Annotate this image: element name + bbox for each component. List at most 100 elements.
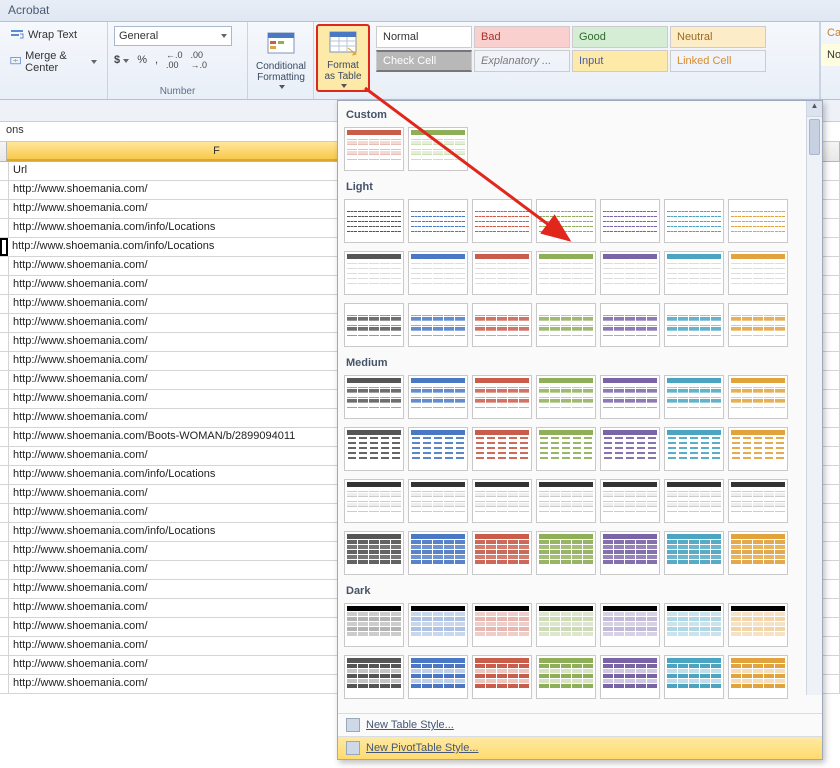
table-style-thumb[interactable]	[408, 199, 468, 243]
merge-icon	[10, 55, 21, 69]
table-style-thumb[interactable]	[344, 427, 404, 471]
table-style-thumb[interactable]	[536, 375, 596, 419]
popup-scrollbar[interactable]: ▲	[806, 101, 822, 695]
percent-button[interactable]: %	[137, 54, 147, 66]
table-style-thumb[interactable]	[408, 531, 468, 575]
number-group-label: Number	[114, 84, 241, 97]
table-style-thumb[interactable]	[472, 375, 532, 419]
comma-button[interactable]: ,	[155, 54, 158, 66]
formula-bar-value: ons	[6, 124, 24, 136]
table-style-thumb[interactable]	[472, 531, 532, 575]
table-style-thumb[interactable]	[600, 251, 660, 295]
table-style-thumb[interactable]	[536, 427, 596, 471]
scroll-up-button[interactable]: ▲	[807, 101, 822, 117]
table-style-thumb[interactable]	[728, 375, 788, 419]
table-style-thumb[interactable]	[472, 251, 532, 295]
format-as-table-button[interactable]: Format as Table	[316, 24, 370, 92]
table-style-thumb[interactable]	[600, 303, 660, 347]
style-note[interactable]: Not	[821, 44, 840, 66]
increase-decimal-button[interactable]: ←.0.00	[166, 50, 183, 70]
table-style-thumb[interactable]	[664, 199, 724, 243]
table-style-thumb[interactable]	[536, 251, 596, 295]
table-style-thumb[interactable]	[472, 479, 532, 523]
table-style-thumb[interactable]	[728, 251, 788, 295]
table-style-thumb[interactable]	[344, 531, 404, 575]
thumb-row	[344, 653, 816, 705]
table-style-thumb[interactable]	[472, 655, 532, 699]
number-format-combo[interactable]: General	[114, 26, 232, 46]
table-style-thumb[interactable]	[728, 603, 788, 647]
table-style-thumb[interactable]	[408, 479, 468, 523]
table-style-thumb[interactable]	[600, 655, 660, 699]
conditional-formatting-button[interactable]: Conditional Formatting	[254, 26, 308, 92]
style-calc[interactable]: Calc	[821, 22, 840, 44]
table-style-thumb[interactable]	[408, 303, 468, 347]
table-style-thumb[interactable]	[344, 127, 404, 171]
style-bad[interactable]: Bad	[474, 26, 570, 48]
table-style-thumb[interactable]	[664, 603, 724, 647]
table-style-thumb[interactable]	[728, 655, 788, 699]
style-linked-cell[interactable]: Linked Cell	[670, 50, 766, 72]
style-normal[interactable]: Normal	[376, 26, 472, 48]
table-style-thumb[interactable]	[408, 603, 468, 647]
style-input[interactable]: Input	[572, 50, 668, 72]
table-style-thumb[interactable]	[408, 251, 468, 295]
table-style-thumb[interactable]	[728, 531, 788, 575]
currency-button[interactable]: $	[114, 54, 129, 66]
table-style-thumb[interactable]	[408, 427, 468, 471]
style-neutral[interactable]: Neutral	[670, 26, 766, 48]
new-table-style-item[interactable]: New Table Style...	[338, 713, 822, 736]
table-style-thumb[interactable]	[344, 655, 404, 699]
merge-center-button[interactable]: Merge & Center	[6, 48, 101, 76]
table-style-thumb[interactable]	[600, 375, 660, 419]
table-style-thumb[interactable]	[344, 479, 404, 523]
app-title: Acrobat	[8, 3, 49, 17]
table-style-thumb[interactable]	[344, 303, 404, 347]
table-style-thumb[interactable]	[600, 427, 660, 471]
table-style-thumb[interactable]	[728, 479, 788, 523]
table-style-thumb[interactable]	[408, 655, 468, 699]
style-explanatory[interactable]: Explanatory ...	[474, 50, 570, 72]
table-style-thumb[interactable]	[408, 375, 468, 419]
table-style-thumb[interactable]	[600, 199, 660, 243]
table-style-thumb[interactable]	[664, 655, 724, 699]
wrap-text-icon	[10, 28, 24, 42]
table-style-thumb[interactable]	[728, 199, 788, 243]
table-style-thumb[interactable]	[472, 303, 532, 347]
table-style-thumb[interactable]	[344, 603, 404, 647]
table-style-thumb[interactable]	[728, 303, 788, 347]
table-style-thumb[interactable]	[472, 603, 532, 647]
section-header: Custom	[344, 105, 816, 125]
format-as-table-icon	[328, 28, 358, 58]
scroll-thumb[interactable]	[809, 119, 820, 155]
table-style-thumb[interactable]	[600, 603, 660, 647]
table-style-thumb[interactable]	[536, 531, 596, 575]
table-style-thumb[interactable]	[536, 479, 596, 523]
table-style-thumb[interactable]	[536, 655, 596, 699]
new-pivottable-style-item[interactable]: New PivotTable Style...	[338, 736, 822, 759]
table-style-thumb[interactable]	[728, 427, 788, 471]
table-style-thumb[interactable]	[664, 531, 724, 575]
table-style-thumb[interactable]	[664, 251, 724, 295]
style-check-cell[interactable]: Check Cell	[376, 50, 472, 72]
format-as-table-label: Format as Table	[324, 60, 361, 82]
table-style-thumb[interactable]	[536, 199, 596, 243]
table-style-thumb[interactable]	[344, 251, 404, 295]
table-style-thumb[interactable]	[664, 375, 724, 419]
table-style-thumb[interactable]	[536, 603, 596, 647]
table-style-thumb[interactable]	[600, 531, 660, 575]
table-style-thumb[interactable]	[600, 479, 660, 523]
table-style-thumb[interactable]	[472, 427, 532, 471]
table-style-thumb[interactable]	[664, 303, 724, 347]
wrap-text-button[interactable]: Wrap Text	[6, 26, 101, 44]
table-style-thumb[interactable]	[408, 127, 468, 171]
table-style-thumb[interactable]	[664, 427, 724, 471]
decrease-decimal-button[interactable]: .00→.0	[191, 50, 208, 70]
cell-styles-gallery[interactable]: Normal Bad Good Neutral Check Cell Expla…	[376, 24, 786, 74]
style-good[interactable]: Good	[572, 26, 668, 48]
table-style-thumb[interactable]	[472, 199, 532, 243]
table-style-thumb[interactable]	[664, 479, 724, 523]
table-style-thumb[interactable]	[536, 303, 596, 347]
table-style-thumb[interactable]	[344, 199, 404, 243]
table-style-thumb[interactable]	[344, 375, 404, 419]
